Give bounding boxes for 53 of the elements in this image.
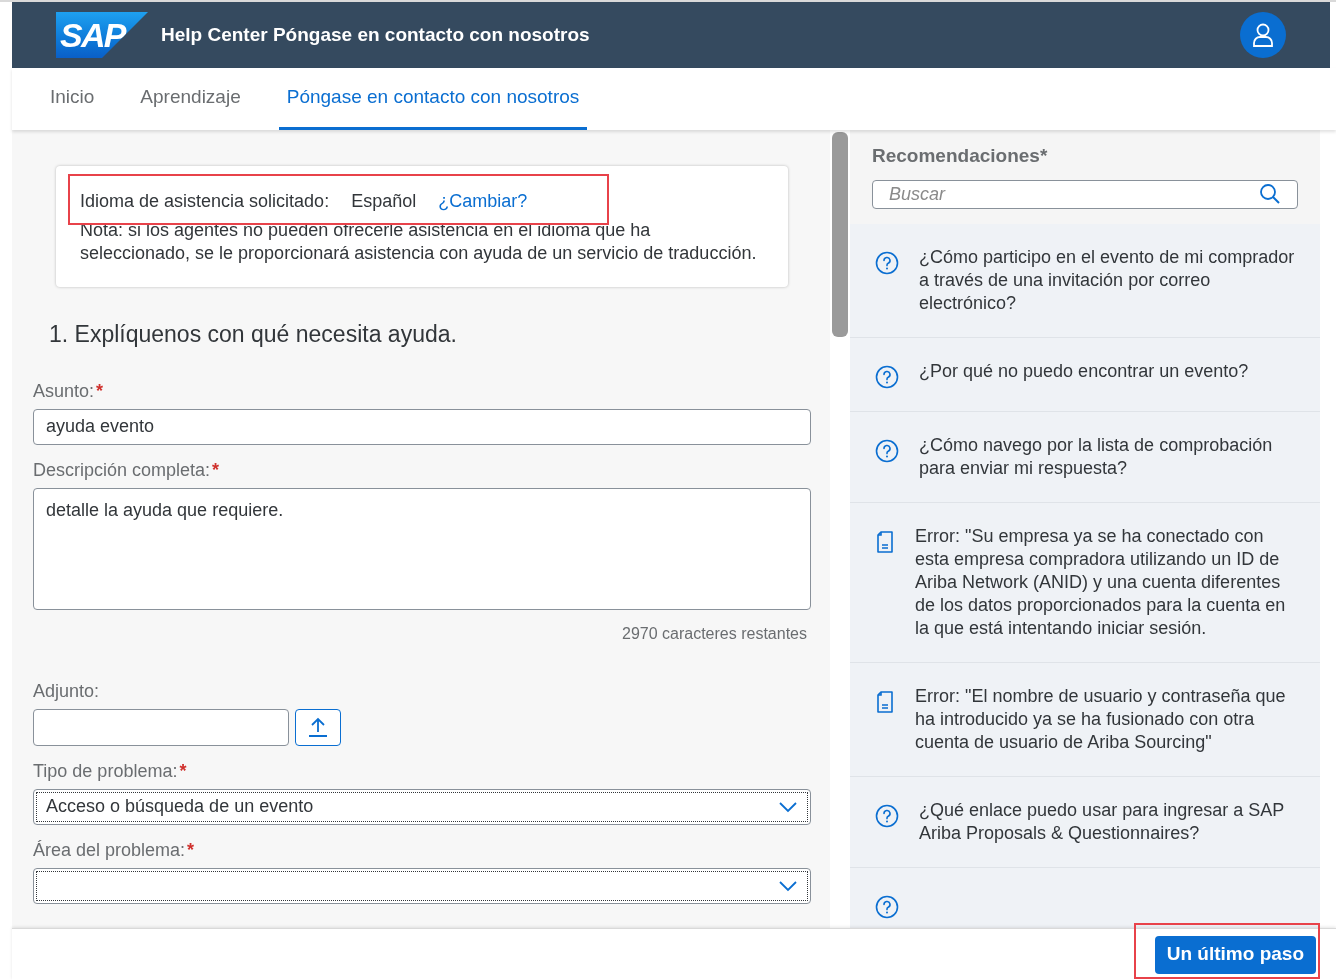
required-mark: * [187, 838, 195, 862]
field-label: Adjunto: [33, 679, 100, 703]
recommendation-text: ¿Cómo participo en el evento de mi comprador a través de una invitación por correo electrónico? [919, 245, 1296, 315]
problem-dropdown[interactable] [33, 867, 811, 904]
field-label: Asunto: [33, 379, 95, 403]
search-icon [1259, 183, 1281, 205]
help-icon [875, 364, 899, 389]
recommendation-item[interactable]: ¿Por qué no puedo encontrar un evento? [850, 337, 1320, 412]
document-icon [875, 689, 895, 714]
upload-icon [308, 716, 328, 738]
field-label: Tipo de problema: [33, 759, 178, 783]
chevron-down-icon [778, 879, 798, 892]
scrollbar-thumb[interactable] [832, 132, 848, 337]
attachment-field[interactable] [33, 708, 289, 746]
help-icon [875, 894, 899, 919]
subject-field[interactable]: ayuda evento [33, 408, 811, 445]
recommendation-text: ¿Cómo navego por la lista de comprobación para enviar mi respuesta? [919, 433, 1274, 480]
change-link[interactable]: ¿Cambiar? [438, 188, 528, 215]
help-icon [875, 438, 899, 463]
problem-dropdown[interactable]: Acceso o búsqueda de un evento [33, 788, 811, 825]
recommendation-text: ¿Por qué no puedo encontrar un evento? [919, 359, 1249, 383]
recommendation-item[interactable]: ¿Cómo participo en el evento de mi comprador a través de una invitación por correo electrónico? [850, 223, 1320, 338]
character-counter: 2970 caracteres restantes [622, 623, 807, 644]
recommendations-title: Recomendaciones* [872, 144, 1049, 168]
required-mark: * [179, 759, 187, 783]
language-value: Español [351, 190, 417, 213]
recommendation-item[interactable] [850, 502, 1320, 663]
recommendation-text: Error: "El nombre de usuario y contraseña que ha introducido ya se ha fusionado con otra cuenta de usuario de Ariba Sourcing" [915, 684, 1287, 754]
user-icon [1252, 23, 1274, 47]
recommendation-text: ¿Qué enlace puedo usar para ingresar a SAP Ariba Proposals & Questionnaires? [919, 798, 1285, 845]
required-mark: * [96, 379, 104, 403]
field-label: Área del problema: [33, 838, 186, 862]
recommendation-item[interactable]: ¿Qué enlace puedo usar para ingresar a SAP Ariba Proposals & Questionnaires? [850, 776, 1320, 868]
field-label: Descripción completa: [33, 458, 211, 482]
nav-tab[interactable]: Inicio [42, 68, 103, 130]
document-icon [875, 529, 895, 554]
chevron-down-icon [778, 800, 798, 813]
recommendation-item[interactable]: Error: "El nombre de usuario y contraseña que ha introducido ya se ha fusionado con otra cuenta de usuario de Ariba Sourcing" [850, 662, 1320, 777]
user-avatar[interactable] [1240, 12, 1286, 58]
help-icon [875, 250, 899, 275]
language-label: Idioma de asistencia solicitado: [80, 190, 330, 213]
next-step-button[interactable]: Un último paso [1154, 935, 1316, 974]
search-field[interactable]: Buscar [872, 179, 1298, 209]
sap-logo: SAP [56, 12, 148, 58]
recommendation-item[interactable]: ¿Cómo navego por la lista de comprobación para enviar mi respuesta? [850, 411, 1320, 503]
section-title: 1. Explíquenos con qué necesita ayuda. [49, 320, 458, 349]
help-icon [875, 803, 899, 828]
nav-tab[interactable]: Aprendizaje [132, 68, 249, 130]
required-mark: * [212, 458, 220, 482]
recommendation-text: Error: "Su empresa ya se ha conectado con esta empresa compradora utilizando un ID de Ariba Network (ANID) y una cuenta diferentes de los datos proporcionados para la cuenta en la que está intentando iniciar sesión. [915, 524, 1287, 640]
description-field[interactable]: detalle la ayuda que requiere. [33, 487, 811, 610]
app-title: Help Center Póngase en contacto con nosotros [161, 22, 590, 47]
upload-button[interactable] [295, 708, 341, 746]
